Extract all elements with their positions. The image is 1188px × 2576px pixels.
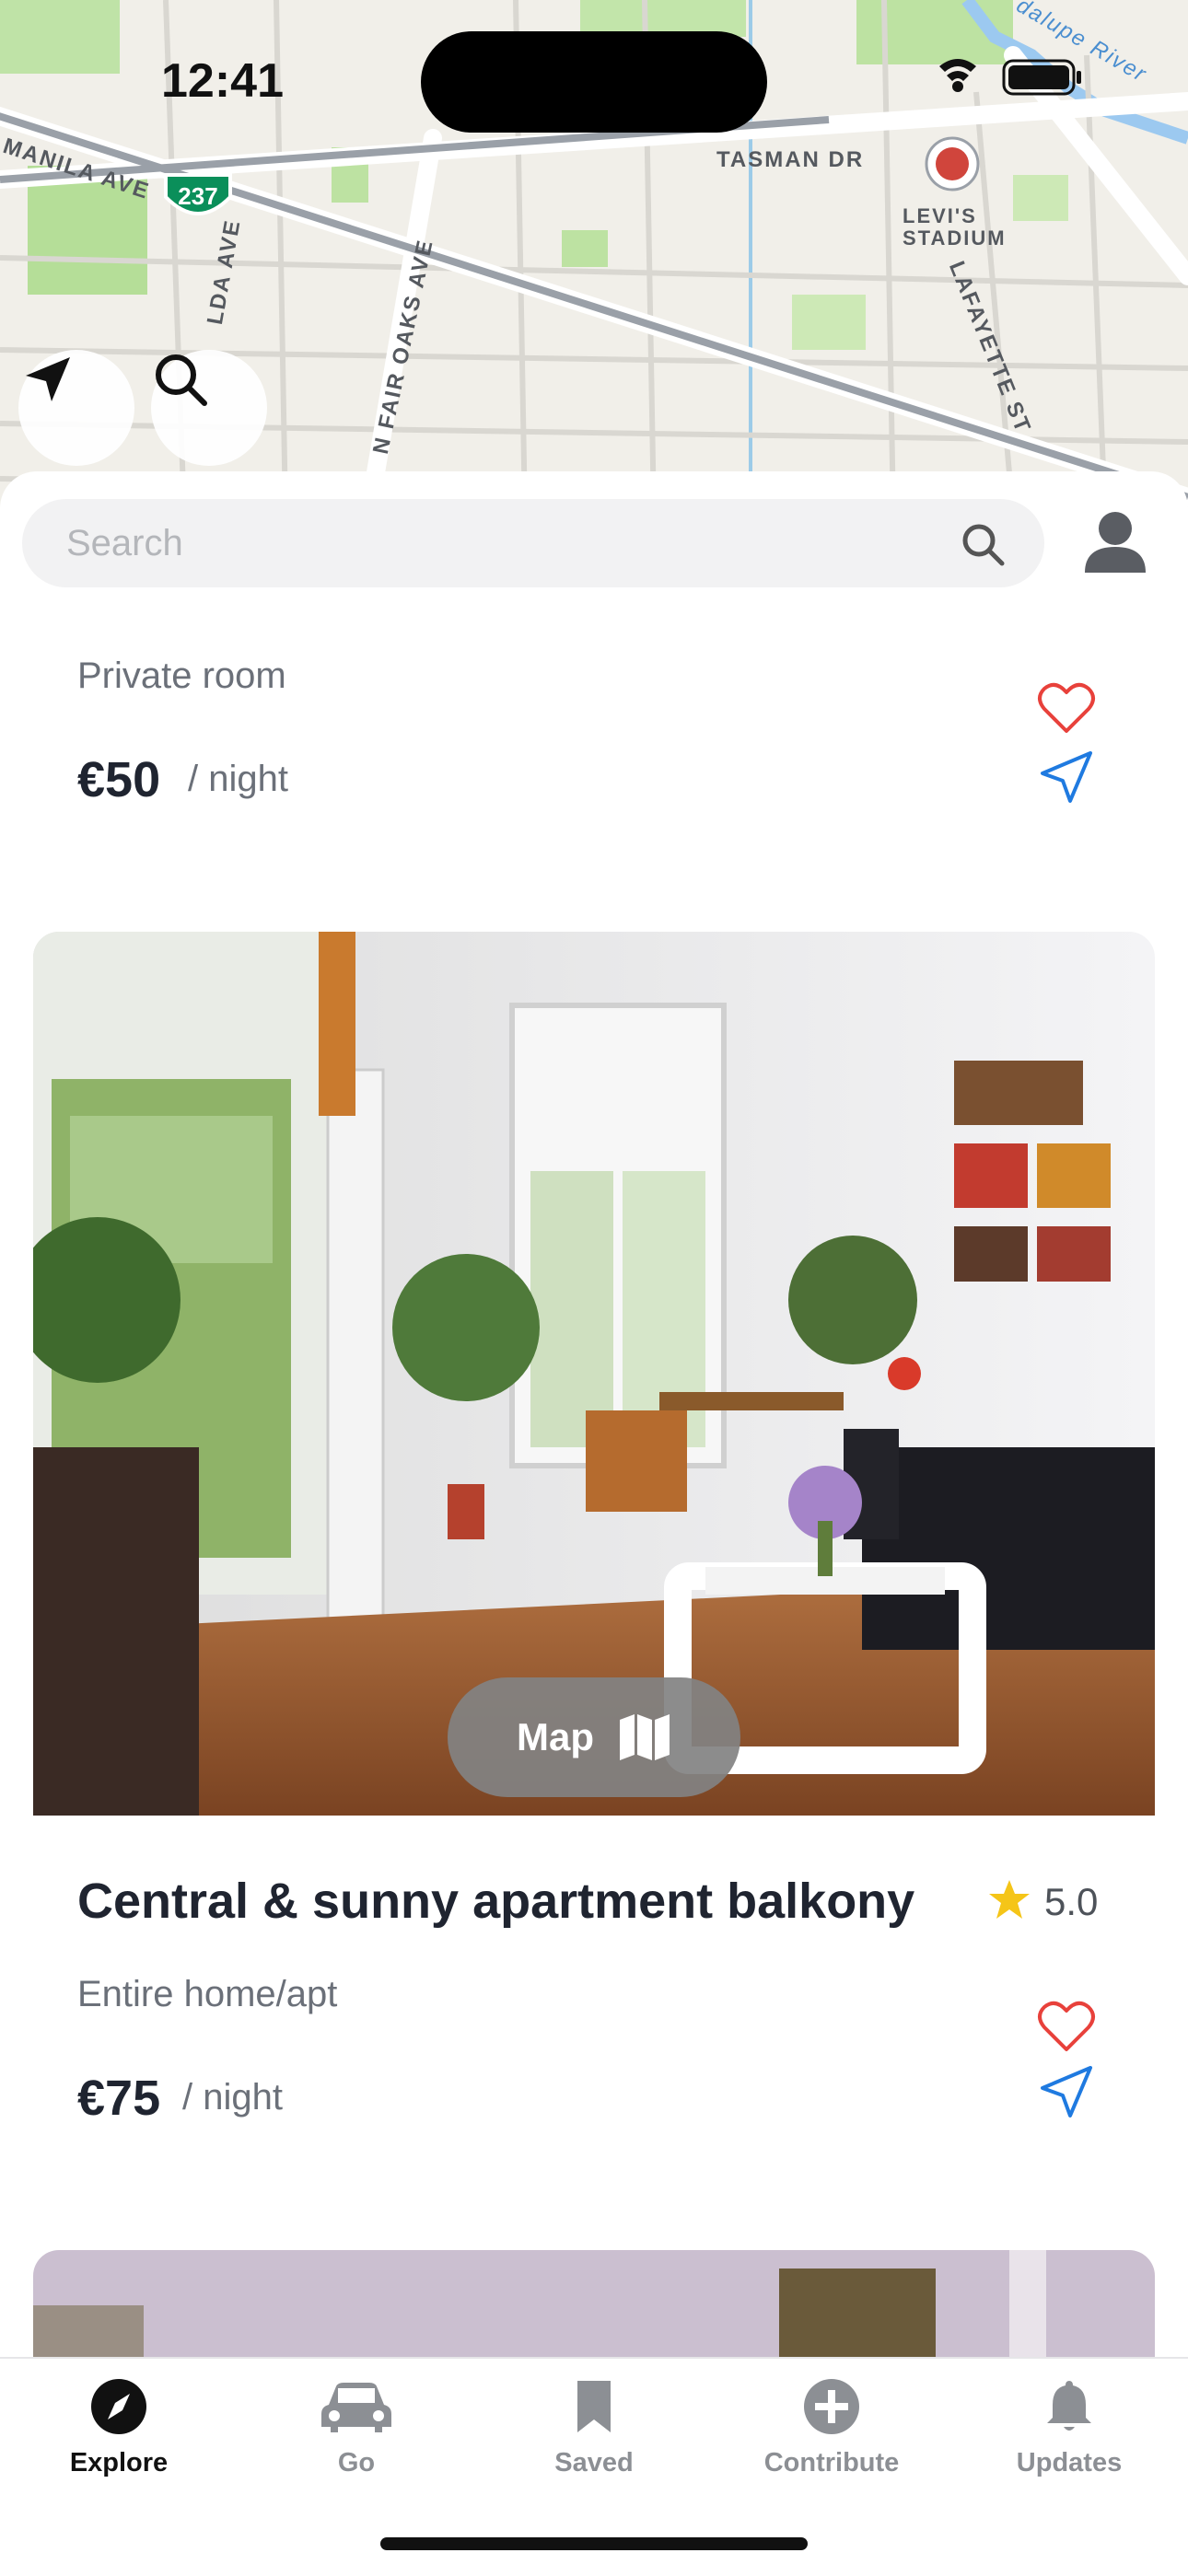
compass-icon <box>91 2379 146 2434</box>
favorite-heart-icon[interactable] <box>1037 681 1096 737</box>
tab-label: Saved <box>554 2448 634 2477</box>
listing-rating: 5.0 <box>1044 1880 1099 1923</box>
tab-updates[interactable]: Updates <box>950 2377 1188 2478</box>
favorite-heart-icon[interactable] <box>1037 2000 1096 2055</box>
location-arrow-icon <box>26 357 70 401</box>
tab-contribute[interactable]: Contribute <box>713 2377 950 2478</box>
map-label-stadium: STADIUM <box>903 226 1007 249</box>
tab-label: Contribute <box>763 2448 900 2477</box>
navigate-arrow-icon[interactable] <box>1037 748 1096 806</box>
listing-price: €50 <box>77 752 161 807</box>
tab-label: Explore <box>69 2448 169 2477</box>
tab-label: Go <box>337 2448 376 2477</box>
status-time: 12:41 <box>161 54 284 108</box>
listing-type: Entire home/apt <box>77 1974 338 2014</box>
map-button-label: Map <box>517 1715 594 1758</box>
map-label-levis: LEVI'S <box>903 204 977 227</box>
bookmark-icon <box>577 2381 611 2432</box>
plus-circle-icon <box>804 2379 859 2434</box>
listing-title[interactable]: Central & sunny apartment balkony <box>77 1873 914 1930</box>
star-icon <box>989 1880 1030 1919</box>
battery-icon <box>1002 59 1081 96</box>
navigate-arrow-icon[interactable] <box>1037 2062 1096 2121</box>
search-input[interactable]: Search <box>22 499 1044 587</box>
home-indicator <box>380 2537 808 2550</box>
map-label-tasman: TASMAN DR <box>716 147 865 172</box>
listing-price: €75 <box>77 2071 161 2126</box>
map-search-button[interactable] <box>151 350 267 466</box>
map-toggle-button[interactable]: Map <box>448 1677 740 1797</box>
tab-saved[interactable]: Saved <box>475 2377 713 2478</box>
tab-go[interactable]: Go <box>238 2377 475 2478</box>
profile-icon[interactable] <box>1081 508 1149 576</box>
dynamic-island <box>421 31 767 133</box>
search-icon <box>962 524 1005 566</box>
highway-shield-label: 237 <box>178 182 217 210</box>
locate-me-button[interactable] <box>18 350 134 466</box>
status-icons <box>912 55 1096 101</box>
tab-explore[interactable]: Explore <box>0 2377 238 2478</box>
car-icon <box>321 2383 391 2432</box>
listing-price-unit: / night <box>188 759 288 799</box>
listing-type: Private room <box>77 656 286 696</box>
wifi-icon <box>939 59 976 92</box>
listing-price-unit: / night <box>182 2077 283 2118</box>
search-icon <box>156 354 207 406</box>
search-placeholder: Search <box>66 523 183 563</box>
results-sheet[interactable]: Search Private room €50 / night Central … <box>0 471 1188 2359</box>
map-view[interactable]: 237 MANILA AVE TASMAN DR LEVI'S STADIUM … <box>0 0 1188 516</box>
listing-photo[interactable] <box>33 2250 1155 2359</box>
tab-label: Updates <box>1016 2448 1123 2477</box>
bell-icon <box>1047 2381 1091 2431</box>
map-icon <box>620 1714 670 1760</box>
